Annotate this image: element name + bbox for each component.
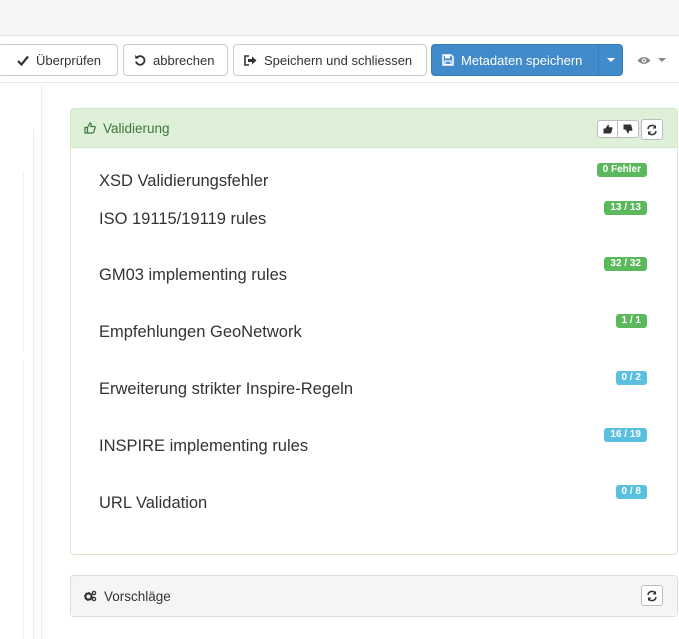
validation-status-badge: 0 Fehler xyxy=(596,163,647,177)
refresh-suggestions-button[interactable] xyxy=(641,585,663,606)
caret-down-icon xyxy=(606,58,615,62)
divider xyxy=(23,172,24,352)
validation-row-label: URL Validation xyxy=(99,494,208,512)
validation-row-label: Empfehlungen GeoNetwork xyxy=(99,323,302,341)
divider xyxy=(23,360,24,639)
editor-toolbar: Überprüfen abbrechen Speichern und schli… xyxy=(0,36,679,83)
validation-panel: Validierung XSD Validierungsfehler 0 Feh… xyxy=(70,108,678,555)
refresh-validation-button[interactable] xyxy=(641,119,663,140)
validation-row-label: Erweiterung strikter Inspire-Regeln xyxy=(99,380,354,398)
floppy-disk-icon xyxy=(442,54,454,66)
validation-filter-group xyxy=(597,120,639,138)
save-options-dropdown-button[interactable] xyxy=(598,44,623,76)
save-metadata-button-label: Metadaten speichern xyxy=(461,52,583,68)
thumbs-down-icon xyxy=(623,124,633,134)
show-failed-button[interactable] xyxy=(618,120,639,138)
thumbs-up-icon xyxy=(603,124,612,134)
left-sidebar xyxy=(0,84,42,639)
suggestions-panel-title: Vorschläge xyxy=(104,588,171,604)
refresh-icon xyxy=(647,590,657,601)
validation-status-badge: 16 / 19 xyxy=(604,428,647,442)
validation-row-label: XSD Validierungsfehler xyxy=(99,172,269,190)
validation-status-badge: 0 / 2 xyxy=(615,371,647,385)
validation-row-label: GM03 implementing rules xyxy=(99,266,287,284)
validation-status-badge: 1 / 1 xyxy=(615,314,647,328)
check-button[interactable]: Überprüfen xyxy=(0,44,118,76)
validation-panel-title: Validierung xyxy=(103,120,170,136)
cancel-button-label: abbrechen xyxy=(153,52,215,68)
view-mode-dropdown-button[interactable] xyxy=(633,44,673,76)
check-icon xyxy=(17,55,29,66)
caret-down-icon xyxy=(658,58,666,62)
suggestions-panel-header[interactable]: Vorschläge xyxy=(71,576,677,616)
refresh-icon xyxy=(647,124,657,135)
validation-status-badge: 13 / 13 xyxy=(604,201,647,215)
save-and-close-button[interactable]: Speichern und schliessen xyxy=(233,44,427,76)
validation-status-badge: 0 / 8 xyxy=(615,485,647,499)
sign-out-icon xyxy=(244,54,257,66)
validation-status-badge: 32 / 32 xyxy=(604,257,647,271)
validation-row-label: INSPIRE implementing rules xyxy=(99,437,309,455)
undo-icon xyxy=(135,55,146,66)
save-metadata-button[interactable]: Metadaten speichern xyxy=(431,44,599,76)
save-and-close-button-label: Speichern und schliessen xyxy=(264,52,413,68)
top-bar xyxy=(0,0,679,36)
suggestions-panel: Vorschläge xyxy=(70,575,678,617)
gears-icon xyxy=(84,590,97,602)
eye-icon xyxy=(637,56,651,64)
cancel-button[interactable]: abbrechen xyxy=(123,44,228,76)
show-passed-button[interactable] xyxy=(597,120,618,138)
thumbs-up-icon xyxy=(84,122,96,134)
check-button-label: Überprüfen xyxy=(36,52,102,68)
validation-panel-header: Validierung xyxy=(71,109,677,148)
divider xyxy=(33,129,34,639)
validation-row-label: ISO 19115/19119 rules xyxy=(99,210,267,228)
